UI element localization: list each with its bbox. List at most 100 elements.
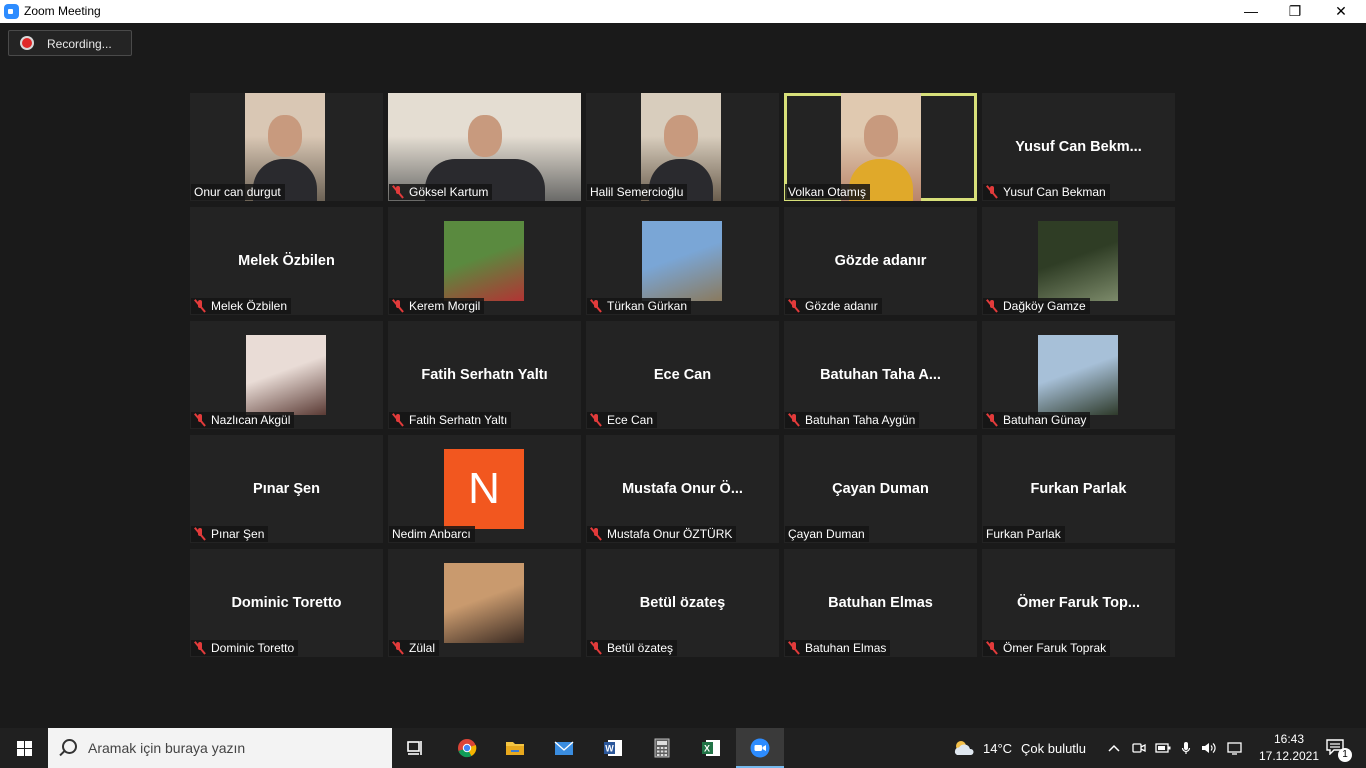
taskbar: Aramak için buraya yazın W X 14°C Çok bu…	[0, 728, 1366, 768]
word-button[interactable]: W	[589, 728, 637, 768]
mic-muted-icon	[392, 299, 404, 313]
participant-tile[interactable]: Nazlıcan Akgül	[190, 321, 383, 429]
participant-tile[interactable]: Ece Can Ece Can	[586, 321, 779, 429]
participant-name-label: Nazlıcan Akgül	[191, 412, 295, 428]
participant-name-label: Betül özateş	[587, 640, 678, 656]
participant-tile[interactable]: Yusuf Can Bekm... Yusuf Can Bekman	[982, 93, 1175, 201]
participant-tile[interactable]: Halil Semercioğlu	[586, 93, 779, 201]
participant-profile-photo	[1038, 335, 1118, 415]
participant-name-text: Onur can durgut	[194, 185, 281, 199]
meet-now-icon[interactable]	[1132, 741, 1146, 755]
microphone-icon[interactable]	[1181, 741, 1191, 755]
participant-name-text: Nazlıcan Akgül	[211, 413, 291, 427]
participant-tile[interactable]: Göksel Kartum	[388, 93, 581, 201]
mic-muted-icon	[986, 299, 998, 313]
participant-profile-photo	[444, 563, 524, 643]
window-title: Zoom Meeting	[24, 4, 101, 18]
participant-name-label: Çayan Duman	[785, 526, 869, 542]
participant-name-label: Furkan Parlak	[983, 526, 1065, 542]
participant-tile[interactable]: Batuhan Taha A... Batuhan Taha Aygün	[784, 321, 977, 429]
participant-tile[interactable]: Kerem Morgil	[388, 207, 581, 315]
zoom-taskbar-button[interactable]	[736, 728, 784, 768]
minimize-button[interactable]: —	[1228, 0, 1274, 23]
network-icon[interactable]	[1227, 741, 1243, 755]
participant-profile-photo	[444, 221, 524, 301]
taskbar-search[interactable]: Aramak için buraya yazın	[48, 728, 392, 768]
participant-name-label: Ece Can	[587, 412, 658, 428]
recording-label: Recording...	[47, 37, 112, 51]
recording-indicator[interactable]: Recording...	[8, 30, 132, 56]
participant-name-text: Nedim Anbarcı	[392, 527, 471, 541]
participant-tile-active-speaker[interactable]: Volkan Otamış	[784, 93, 977, 201]
participant-name-text: Betül özateş	[607, 641, 674, 655]
letter-avatar: N	[444, 449, 524, 529]
mic-muted-icon	[986, 413, 998, 427]
close-button[interactable]: ✕	[1318, 0, 1364, 23]
weather-widget[interactable]: 14°C Çok bulutlu	[950, 728, 1100, 768]
task-view-icon	[407, 741, 422, 755]
participant-tile[interactable]: Melek Özbilen Melek Özbilen	[190, 207, 383, 315]
file-explorer-button[interactable]	[491, 728, 539, 768]
mic-muted-icon	[788, 299, 800, 313]
participant-name-text: Batuhan Günay	[1003, 413, 1087, 427]
battery-icon[interactable]	[1155, 742, 1171, 754]
volume-icon[interactable]	[1201, 741, 1217, 755]
calculator-button[interactable]	[638, 728, 686, 768]
participant-name-text: Kerem Morgil	[409, 299, 481, 313]
participant-name-label: Mustafa Onur ÖZTÜRK	[587, 526, 737, 542]
participant-tile[interactable]: Dağköy Gamze	[982, 207, 1175, 315]
participant-name-label: Türkan Gürkan	[587, 298, 692, 314]
mic-muted-icon	[986, 641, 998, 655]
title-bar: Zoom Meeting — ❐ ✕	[0, 0, 1366, 23]
participant-name-text: Çayan Duman	[788, 527, 865, 541]
person-silhouette	[663, 115, 698, 157]
mic-muted-icon	[590, 527, 602, 541]
participant-gallery: Onur can durgut Göksel Kartum Halil Semerc…	[190, 93, 1176, 659]
participant-tile[interactable]: Ömer Faruk Top... Ömer Faruk Toprak	[982, 549, 1175, 657]
participant-name-label: Halil Semercioğlu	[587, 184, 688, 200]
mic-muted-icon	[194, 413, 206, 427]
folder-icon	[506, 742, 524, 755]
participant-tile[interactable]: Türkan Gürkan	[586, 207, 779, 315]
participant-name-text: Batuhan Elmas	[805, 641, 887, 655]
windows-start-button[interactable]	[0, 728, 48, 768]
notification-center-button[interactable]: 1	[1322, 728, 1366, 768]
start-icon	[17, 749, 24, 756]
mic-muted-icon	[194, 641, 206, 655]
participant-tile[interactable]: Pınar Şen Pınar Şen	[190, 435, 383, 543]
calculator-icon	[654, 738, 670, 758]
person-silhouette	[267, 115, 302, 157]
excel-button[interactable]: X	[687, 728, 735, 768]
mic-muted-icon	[590, 299, 602, 313]
participant-name-text: Yusuf Can Bekman	[1003, 185, 1106, 199]
participant-name-text: Ece Can	[607, 413, 654, 427]
participant-tile[interactable]: Onur can durgut	[190, 93, 383, 201]
mail-button[interactable]	[540, 728, 588, 768]
participant-tile[interactable]: Batuhan Elmas Batuhan Elmas	[784, 549, 977, 657]
participant-tile[interactable]: Zülal	[388, 549, 581, 657]
participant-tile[interactable]: Fatih Serhatn Yaltı Fatih Serhatn Yaltı	[388, 321, 581, 429]
participant-name-text: Melek Özbilen	[211, 299, 288, 313]
chevron-up-icon[interactable]	[1108, 744, 1120, 752]
start-icon	[25, 749, 32, 756]
participant-name-text: Mustafa Onur ÖZTÜRK	[607, 527, 733, 541]
participant-tile[interactable]: Dominic Toretto Dominic Toretto	[190, 549, 383, 657]
participant-tile[interactable]: N Nedim Anbarcı	[388, 435, 581, 543]
chrome-button[interactable]	[443, 728, 491, 768]
restore-button[interactable]: ❐	[1272, 0, 1318, 23]
participant-tile[interactable]: Çayan Duman Çayan Duman	[784, 435, 977, 543]
participant-name-text: Zülal	[409, 641, 436, 655]
participant-tile[interactable]: Betül özateş Betül özateş	[586, 549, 779, 657]
start-icon	[25, 741, 32, 748]
clock-date[interactable]: 17.12.2021	[1256, 749, 1322, 763]
task-view-button[interactable]	[392, 728, 440, 768]
clock-time[interactable]: 16:43	[1267, 732, 1311, 746]
participant-name-label: Batuhan Taha Aygün	[785, 412, 920, 428]
mic-muted-icon	[986, 185, 998, 199]
zoom-icon	[750, 738, 770, 758]
participant-tile[interactable]: Batuhan Günay	[982, 321, 1175, 429]
participant-tile[interactable]: Furkan Parlak Furkan Parlak	[982, 435, 1175, 543]
svg-text:W: W	[605, 744, 614, 754]
participant-tile[interactable]: Gözde adanır Gözde adanır	[784, 207, 977, 315]
participant-tile[interactable]: Mustafa Onur Ö... Mustafa Onur ÖZTÜRK	[586, 435, 779, 543]
